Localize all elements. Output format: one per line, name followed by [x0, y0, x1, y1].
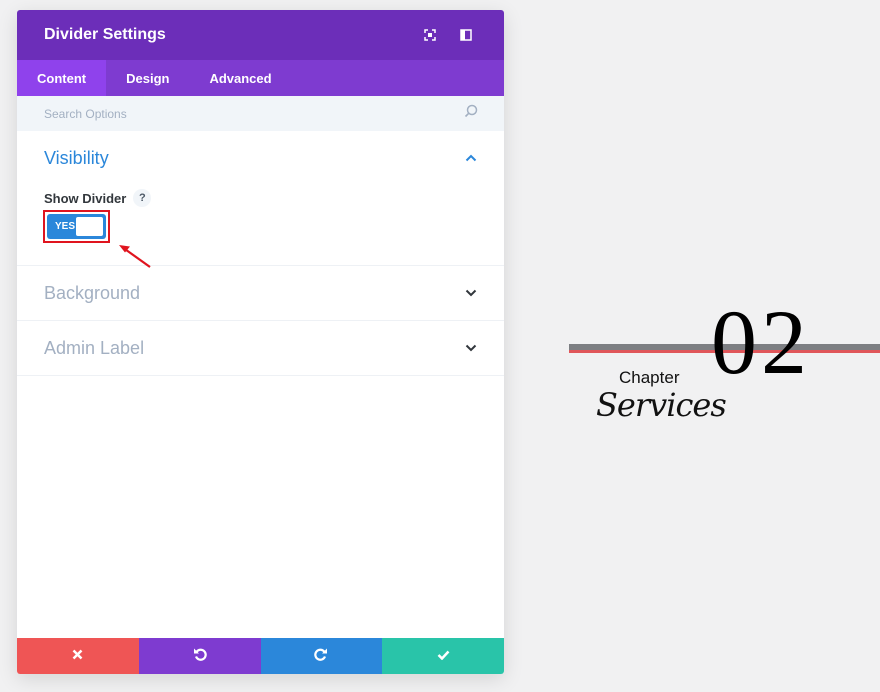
- close-icon: [72, 647, 83, 665]
- section-admin-label-header[interactable]: Admin Label: [17, 321, 504, 375]
- section-admin-label: Admin Label: [17, 321, 504, 376]
- section-background-title: Background: [44, 282, 141, 303]
- save-button[interactable]: [382, 638, 504, 674]
- toggle-label: YES: [55, 221, 76, 232]
- modal-header: Divider Settings: [17, 10, 504, 60]
- show-divider-label: Show Divider: [44, 190, 127, 206]
- modal-title: Divider Settings: [44, 26, 166, 43]
- redo-icon: [314, 647, 328, 666]
- show-divider-toggle[interactable]: YES: [47, 214, 106, 239]
- toggle-knob: [76, 217, 103, 236]
- tab-content[interactable]: Content: [17, 60, 107, 96]
- section-background-header[interactable]: Background: [17, 266, 504, 320]
- modal-footer: [17, 638, 504, 674]
- divider-settings-modal: Divider Settings Content Design Advanced…: [17, 10, 504, 674]
- redo-button[interactable]: [260, 638, 383, 674]
- fullscreen-icon[interactable]: [412, 10, 448, 60]
- section-visibility: Visibility Show Divider ? YES: [17, 131, 504, 268]
- tab-advanced[interactable]: Advanced: [189, 60, 291, 96]
- chapter-number: 02: [711, 291, 811, 393]
- section-visibility-header[interactable]: Visibility: [17, 131, 504, 185]
- section-background: Background: [17, 266, 504, 321]
- chevron-down-icon[interactable]: [465, 339, 477, 357]
- check-icon: [437, 647, 450, 665]
- chapter-preview: 02 Chapter Services: [569, 296, 880, 430]
- close-button[interactable]: [17, 638, 139, 674]
- sidebar-icon[interactable]: [448, 10, 484, 60]
- chapter-title: Services: [596, 386, 727, 424]
- help-icon[interactable]: ?: [133, 189, 152, 207]
- search-bar: [17, 96, 504, 131]
- section-visibility-body: Show Divider ? YES: [17, 185, 504, 268]
- tab-bar: Content Design Advanced: [17, 60, 504, 96]
- tab-design[interactable]: Design: [106, 60, 189, 96]
- toggle-highlight: YES: [43, 210, 110, 243]
- annotation-arrow-icon: [119, 245, 151, 268]
- section-admin-label-title: Admin Label: [44, 337, 145, 358]
- search-input[interactable]: [44, 106, 464, 121]
- search-icon[interactable]: [464, 104, 478, 123]
- section-visibility-title: Visibility: [44, 147, 109, 168]
- show-divider-label-row: Show Divider ?: [44, 189, 477, 207]
- chapter-label: Chapter: [619, 368, 680, 387]
- undo-icon: [193, 647, 207, 666]
- undo-button[interactable]: [138, 638, 261, 674]
- chevron-up-icon[interactable]: [465, 149, 477, 167]
- chevron-down-icon[interactable]: [465, 284, 477, 302]
